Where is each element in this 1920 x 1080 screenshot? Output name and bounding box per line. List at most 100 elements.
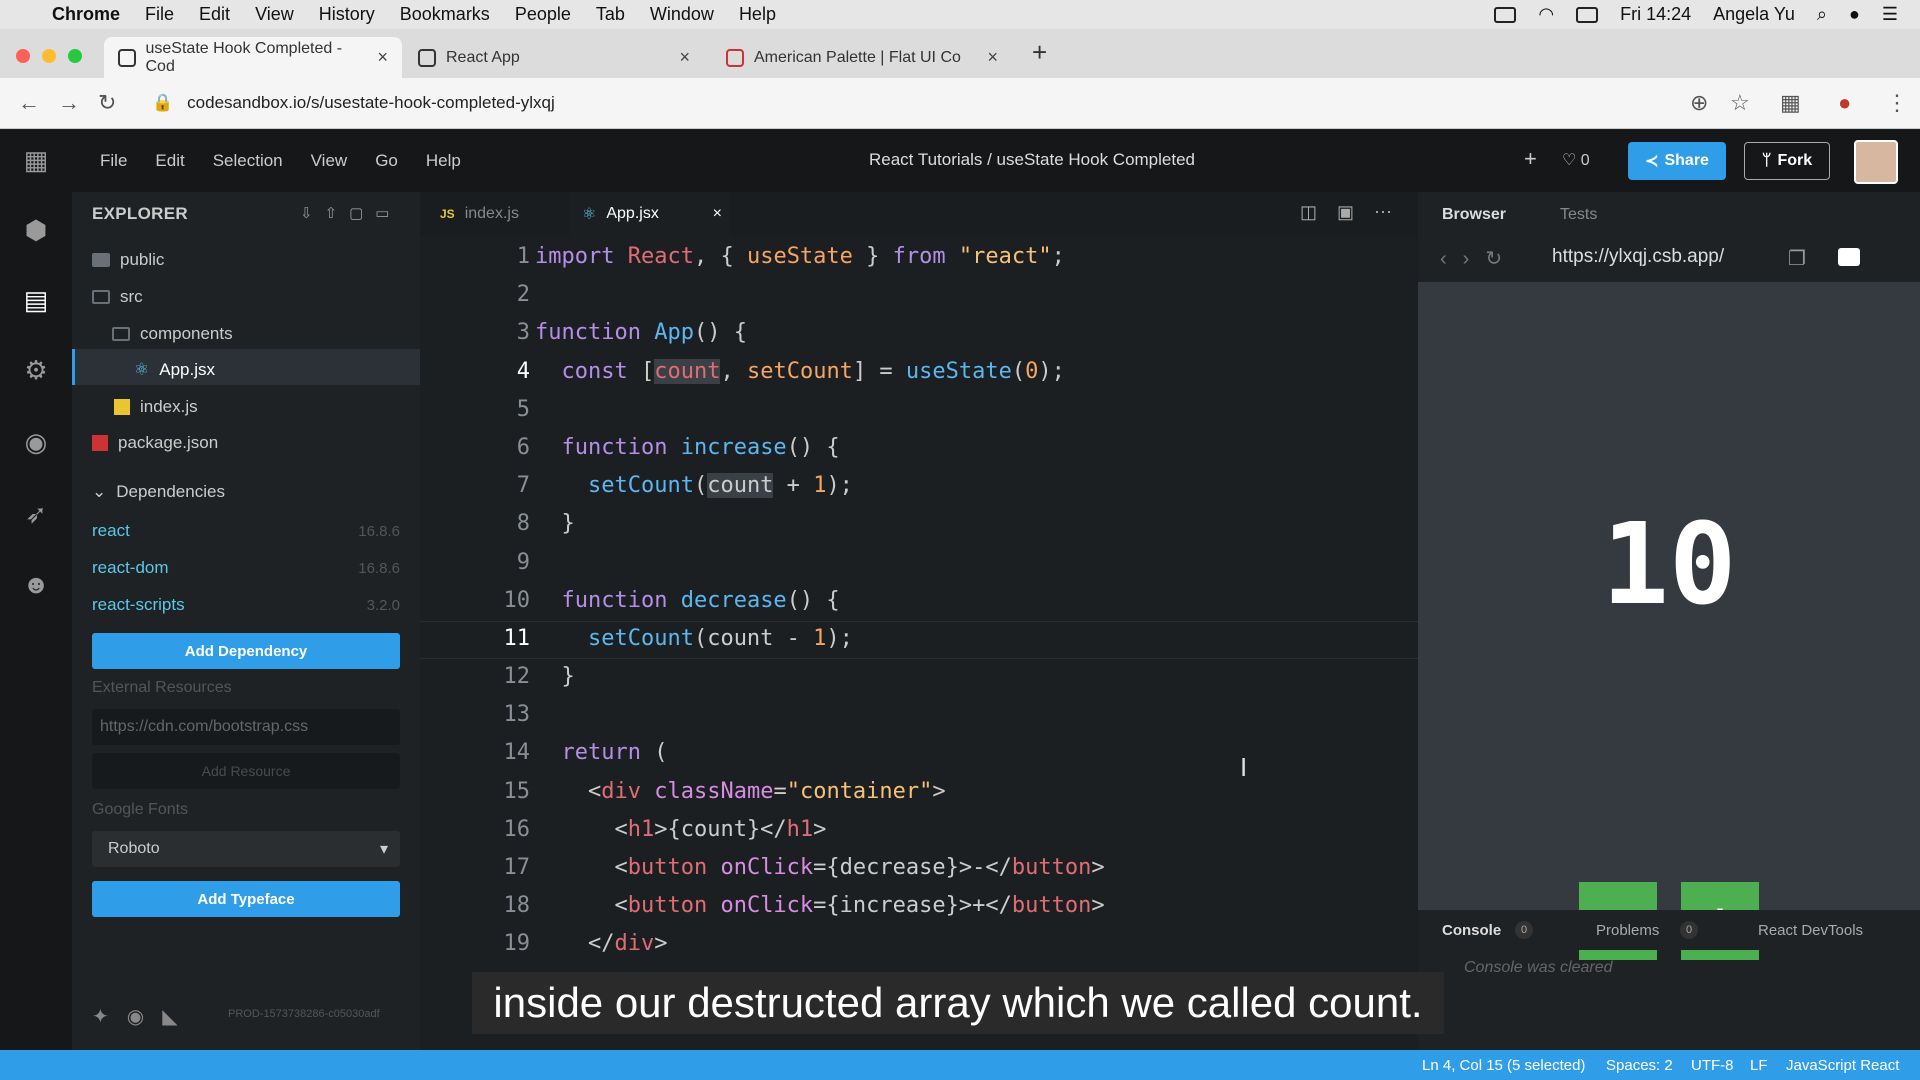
minimize-window-icon[interactable] xyxy=(42,49,56,63)
code-line[interactable] xyxy=(535,276,1405,314)
reload-icon[interactable]: ↻ xyxy=(98,90,116,116)
siri-icon[interactable]: ● xyxy=(1849,4,1860,25)
line-ending[interactable]: LF xyxy=(1750,1057,1768,1074)
close-icon[interactable]: × xyxy=(987,47,998,68)
menu-view[interactable]: View xyxy=(255,4,294,25)
menu-bookmarks[interactable]: Bookmarks xyxy=(400,4,490,25)
extension-icon[interactable]: ▦ xyxy=(1780,90,1801,116)
chrome-menu-icon[interactable]: ⋮ xyxy=(1886,90,1908,116)
code-line[interactable]: function App() { xyxy=(535,314,1405,352)
plus-icon[interactable]: + xyxy=(1524,146,1537,172)
back-icon[interactable]: ← xyxy=(18,90,40,116)
browser-tab[interactable]: React App × xyxy=(404,37,704,78)
menubar-clock[interactable]: Fri 14:24 xyxy=(1620,4,1691,25)
tab-tests[interactable]: Tests xyxy=(1560,206,1597,224)
tab-problems[interactable]: Problems xyxy=(1596,922,1659,939)
menu-tab[interactable]: Tab xyxy=(596,4,625,25)
code-line[interactable] xyxy=(535,544,1405,582)
dep-name[interactable]: react-dom xyxy=(92,558,169,578)
close-icon[interactable]: × xyxy=(679,47,690,68)
settings-icon[interactable]: ⚙ xyxy=(20,354,52,386)
cube-icon[interactable]: ⬢ xyxy=(20,214,52,246)
social-icons[interactable]: ✦◉◣ xyxy=(92,1004,196,1029)
new-tab-icon[interactable]: + xyxy=(1032,37,1047,68)
code-line[interactable]: setCount(count + 1); xyxy=(535,467,1405,505)
code-line[interactable] xyxy=(535,696,1405,734)
bookmark-star-icon[interactable]: ☆ xyxy=(1730,90,1750,116)
preview-nav-icons[interactable]: ‹›↻ xyxy=(1440,246,1518,271)
wifi-icon[interactable]: ◠ xyxy=(1538,4,1554,25)
tree-item-index-js[interactable]: index.js xyxy=(114,397,198,417)
dependencies-header[interactable]: ⌄ Dependencies xyxy=(92,482,225,502)
close-icon[interactable]: × xyxy=(377,47,388,68)
profile-avatar[interactable]: ● xyxy=(1838,90,1851,116)
menubar-user[interactable]: Angela Yu xyxy=(1713,4,1795,25)
toggle-icon[interactable] xyxy=(1838,248,1860,266)
maximize-window-icon[interactable] xyxy=(68,49,82,63)
csb-menu-edit[interactable]: Edit xyxy=(155,151,184,171)
resource-input[interactable]: https://cdn.com/bootstrap.css xyxy=(92,709,400,745)
csb-menu-help[interactable]: Help xyxy=(426,151,461,171)
close-window-icon[interactable] xyxy=(16,49,30,63)
code-line[interactable]: function increase() { xyxy=(535,429,1405,467)
tree-item-src[interactable]: src xyxy=(92,287,143,307)
editor-actions-icon[interactable]: ◫▣⋯ xyxy=(1300,202,1412,223)
code-content[interactable]: import React, { useState } from "react";… xyxy=(535,238,1405,964)
explorer-actions-icon[interactable]: ⇩⇧▢▭ xyxy=(300,204,401,222)
screen-icon[interactable] xyxy=(1494,6,1517,23)
add-dependency-button[interactable]: Add Dependency xyxy=(92,633,400,669)
editor-tab-app-jsx[interactable]: ⚛ App.jsx × xyxy=(570,192,730,236)
menu-window[interactable]: Window xyxy=(650,4,714,25)
open-new-window-icon[interactable]: ❐ xyxy=(1788,246,1806,271)
search-icon[interactable]: ⌕ xyxy=(1817,4,1827,25)
grid-icon[interactable]: ▦ xyxy=(20,144,52,176)
language-mode[interactable]: JavaScript React xyxy=(1786,1057,1899,1074)
live-icon[interactable]: ☻ xyxy=(20,568,52,600)
like-button[interactable]: ♡ 0 xyxy=(1562,150,1590,170)
add-resource-button[interactable]: Add Resource xyxy=(92,753,400,789)
cursor-position[interactable]: Ln 4, Col 15 (5 selected) xyxy=(1422,1057,1585,1074)
menu-edit[interactable]: Edit xyxy=(199,4,230,25)
forward-icon[interactable]: → xyxy=(58,90,80,116)
close-icon[interactable]: × xyxy=(713,205,722,223)
menu-people[interactable]: People xyxy=(515,4,571,25)
code-line[interactable]: </div> xyxy=(535,925,1405,963)
csb-menu-go[interactable]: Go xyxy=(375,151,398,171)
code-line[interactable]: } xyxy=(535,658,1405,696)
code-line[interactable]: setCount(count - 1); xyxy=(535,620,1405,658)
code-line[interactable]: function decrease() { xyxy=(535,582,1405,620)
github-icon[interactable]: ◉ xyxy=(20,426,52,458)
tab-browser[interactable]: Browser xyxy=(1442,206,1506,224)
add-typeface-button[interactable]: Add Typeface xyxy=(92,881,400,917)
fork-button[interactable]: ᛘ Fork xyxy=(1744,142,1830,180)
menu-history[interactable]: History xyxy=(319,4,375,25)
code-line[interactable]: import React, { useState } from "react"; xyxy=(535,238,1405,276)
menu-app[interactable]: Chrome xyxy=(52,4,120,25)
indentation[interactable]: Spaces: 2 xyxy=(1606,1057,1673,1074)
user-avatar[interactable] xyxy=(1854,140,1898,184)
code-line[interactable]: <button onClick={increase}>+</button> xyxy=(535,887,1405,925)
tab-console[interactable]: Console xyxy=(1442,922,1501,939)
notification-icon[interactable]: ☰ xyxy=(1882,4,1898,25)
dep-name[interactable]: react xyxy=(92,521,130,541)
share-button[interactable]: ≺ Share xyxy=(1628,142,1726,180)
encoding[interactable]: UTF-8 xyxy=(1691,1057,1734,1074)
install-icon[interactable]: ⊕ xyxy=(1690,90,1708,116)
editor-tab-index-js[interactable]: JS index.js xyxy=(440,192,519,236)
code-line[interactable]: <h1>{count}</h1> xyxy=(535,811,1405,849)
browser-tab[interactable]: American Palette | Flat UI Co × xyxy=(712,37,1012,78)
tab-react-devtools[interactable]: React DevTools xyxy=(1758,922,1863,939)
code-line[interactable] xyxy=(535,391,1405,429)
dep-name[interactable]: react-scripts xyxy=(92,595,185,615)
tree-item-public[interactable]: public xyxy=(92,250,164,270)
file-icon[interactable]: ▤ xyxy=(20,284,52,316)
url-field[interactable]: 🔒 codesandbox.io/s/usestate-hook-complet… xyxy=(140,86,1740,120)
code-line[interactable]: <button onClick={decrease}>-</button> xyxy=(535,849,1405,887)
battery-icon[interactable] xyxy=(1576,6,1599,23)
menu-file[interactable]: File xyxy=(145,4,174,25)
csb-menu-selection[interactable]: Selection xyxy=(213,151,283,171)
rocket-icon[interactable]: ➶ xyxy=(20,498,52,530)
tree-item-package-json[interactable]: package.json xyxy=(92,433,218,453)
code-line[interactable]: <div className="container"> xyxy=(535,773,1405,811)
menu-help[interactable]: Help xyxy=(739,4,776,25)
